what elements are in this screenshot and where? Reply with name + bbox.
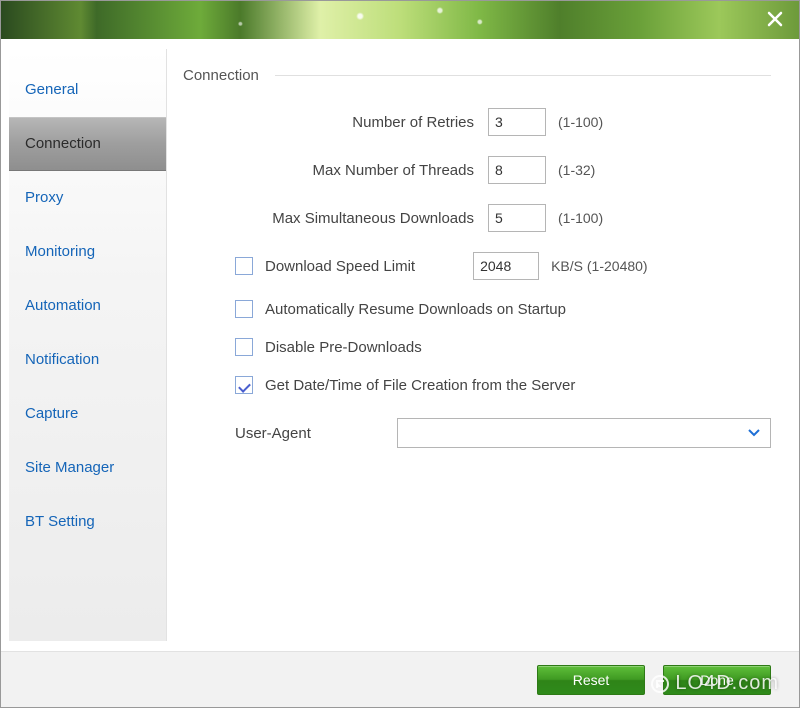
checkbox-auto-resume[interactable]	[235, 300, 253, 318]
sidebar-item-proxy[interactable]: Proxy	[9, 171, 166, 225]
settings-window: { "sidebar": { "items": [ { "label": "Ge…	[0, 0, 800, 708]
label-simultaneous: Max Simultaneous Downloads	[183, 210, 488, 227]
sidebar: General Connection Proxy Monitoring Auto…	[1, 39, 167, 651]
title-bar	[1, 1, 799, 39]
sidebar-item-label: Capture	[25, 405, 78, 422]
checkbox-get-datetime[interactable]	[235, 376, 253, 394]
sidebar-item-connection[interactable]: Connection	[9, 117, 166, 171]
input-speed-limit[interactable]	[473, 252, 539, 280]
sidebar-item-label: Monitoring	[25, 243, 95, 260]
input-simultaneous[interactable]	[488, 204, 546, 232]
label-speed-limit: Download Speed Limit	[265, 258, 415, 275]
button-label: Reset	[573, 672, 610, 688]
input-retries[interactable]	[488, 108, 546, 136]
section-title: Connection	[183, 67, 259, 84]
row-get-datetime: Get Date/Time of File Creation from the …	[183, 376, 771, 394]
sidebar-item-site-manager[interactable]: Site Manager	[9, 441, 166, 495]
reset-button[interactable]: Reset	[537, 665, 645, 695]
close-button[interactable]	[765, 9, 785, 29]
sidebar-item-monitoring[interactable]: Monitoring	[9, 225, 166, 279]
chevron-down-icon	[748, 429, 760, 437]
label-get-datetime: Get Date/Time of File Creation from the …	[265, 377, 575, 394]
row-retries: Number of Retries (1-100)	[183, 108, 771, 136]
label-auto-resume: Automatically Resume Downloads on Startu…	[265, 301, 566, 318]
label-threads: Max Number of Threads	[183, 162, 488, 179]
sidebar-item-label: Connection	[25, 135, 101, 152]
input-threads[interactable]	[488, 156, 546, 184]
sidebar-item-general[interactable]: General	[9, 63, 166, 117]
hint-threads: (1-32)	[558, 162, 595, 178]
checkbox-speed-limit[interactable]	[235, 257, 253, 275]
row-disable-pre: Disable Pre-Downloads	[183, 338, 771, 356]
sidebar-item-label: Notification	[25, 351, 99, 368]
sidebar-item-label: Automation	[25, 297, 101, 314]
checkbox-disable-pre[interactable]	[235, 338, 253, 356]
sidebar-item-label: Site Manager	[25, 459, 114, 476]
sidebar-item-label: Proxy	[25, 189, 63, 206]
row-user-agent: User-Agent	[183, 418, 771, 448]
done-button[interactable]: Done	[663, 665, 771, 695]
row-auto-resume: Automatically Resume Downloads on Startu…	[183, 300, 771, 318]
footer: Reset Done LO4D.com	[1, 651, 799, 707]
close-icon	[765, 9, 785, 29]
section-header: Connection	[183, 67, 771, 84]
main-panel: Connection Number of Retries (1-100) Max…	[167, 39, 799, 651]
sidebar-inner: General Connection Proxy Monitoring Auto…	[9, 49, 167, 641]
hint-speed-limit: KB/S (1-20480)	[551, 258, 648, 274]
row-speed-limit: Download Speed Limit KB/S (1-20480)	[183, 252, 771, 280]
divider	[275, 75, 771, 76]
sidebar-item-label: BT Setting	[25, 513, 95, 530]
sidebar-item-label: General	[25, 81, 78, 98]
sidebar-item-bt-setting[interactable]: BT Setting	[9, 495, 166, 549]
select-user-agent[interactable]	[397, 418, 771, 448]
row-threads: Max Number of Threads (1-32)	[183, 156, 771, 184]
body: General Connection Proxy Monitoring Auto…	[1, 39, 799, 651]
label-disable-pre: Disable Pre-Downloads	[265, 339, 422, 356]
sidebar-item-notification[interactable]: Notification	[9, 333, 166, 387]
sidebar-item-capture[interactable]: Capture	[9, 387, 166, 441]
row-simultaneous: Max Simultaneous Downloads (1-100)	[183, 204, 771, 232]
hint-simultaneous: (1-100)	[558, 210, 603, 226]
label-user-agent: User-Agent	[235, 425, 397, 442]
hint-retries: (1-100)	[558, 114, 603, 130]
button-label: Done	[700, 672, 733, 688]
sidebar-item-automation[interactable]: Automation	[9, 279, 166, 333]
label-retries: Number of Retries	[183, 114, 488, 131]
